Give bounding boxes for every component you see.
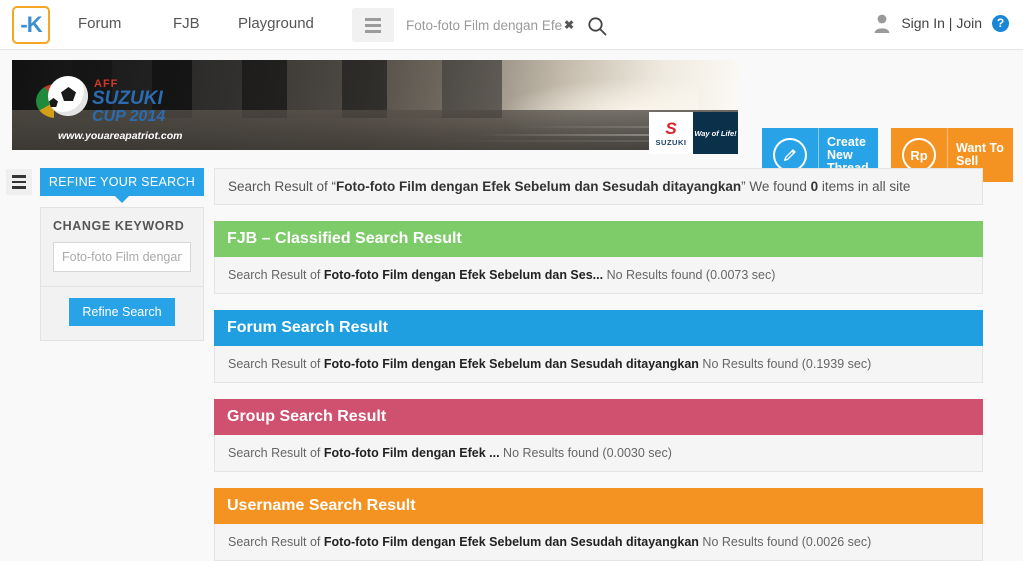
result-line-prefix: Search Result of — [228, 357, 324, 371]
result-line-prefix: Search Result of — [228, 268, 324, 282]
aff-suzuki-cup-logo: AFF SUZUKI CUP 2014 www.youareapatriot.c… — [32, 70, 212, 142]
result-line-suffix: No Results found (0.0073 sec) — [603, 268, 776, 282]
logo-text: -K — [20, 12, 42, 37]
search-results-content: Search Result of “Foto-foto Film dengan … — [214, 168, 983, 561]
nav-link-fjb[interactable]: FJB — [173, 15, 200, 32]
clear-search-icon[interactable]: ✖ — [564, 18, 574, 32]
suzuki-tagline-panel: Way of Life! — [693, 112, 738, 154]
nav-link-forum[interactable]: Forum — [78, 15, 121, 32]
ad-url-text: www.youareapatriot.com — [58, 130, 183, 142]
advertisement-banner[interactable]: AFF SUZUKI CUP 2014 www.youareapatriot.c… — [12, 60, 738, 150]
suzuki-sponsor-logo[interactable]: S SUZUKI Way of Life! — [649, 112, 738, 154]
search-field-box: ✖ — [394, 8, 620, 42]
result-line-suffix: No Results found (0.0026 sec) — [698, 535, 872, 549]
result-line-prefix: Search Result of — [228, 446, 324, 460]
result-section-title: FJB – Classified Search Result — [214, 221, 983, 257]
account-area: Sign In | Join ? — [873, 13, 1009, 33]
nav-link-playground[interactable]: Playground — [238, 15, 314, 32]
search-icon[interactable] — [586, 15, 608, 37]
result-line-suffix: No Results found (0.1939 sec) — [698, 357, 872, 371]
change-keyword-input[interactable] — [53, 242, 191, 272]
refine-search-panel: CHANGE KEYWORD Refine Search — [40, 207, 204, 341]
result-section-body: Search Result of Foto-foto Film dengan E… — [214, 257, 983, 294]
ad-suzuki-text: SUZUKI — [92, 88, 163, 109]
user-avatar-icon — [873, 13, 891, 33]
suzuki-brand-name: SUZUKI — [655, 137, 687, 147]
result-section-title: Forum Search Result — [214, 310, 983, 346]
suzuki-tagline: Way of Life! — [694, 128, 737, 138]
ad-cup-text: CUP 2014 — [92, 108, 166, 125]
result-section-title: Username Search Result — [214, 488, 983, 524]
change-keyword-label: CHANGE KEYWORD — [53, 219, 185, 233]
help-icon[interactable]: ? — [992, 14, 1009, 32]
sign-in-join-link[interactable]: Sign In | Join — [901, 15, 982, 31]
site-logo[interactable]: -K — [12, 6, 50, 44]
suzuki-mark-panel: S SUZUKI — [649, 112, 693, 154]
result-section-body: Search Result of Foto-foto Film dengan E… — [214, 346, 983, 383]
result-line-prefix: Search Result of — [228, 535, 324, 549]
search-summary-bar: Search Result of “Foto-foto Film dengan … — [214, 168, 983, 205]
refine-your-search-header[interactable]: REFINE YOUR SEARCH — [40, 168, 204, 203]
result-line-query: Foto-foto Film dengan Efek Sebelum dan S… — [323, 535, 699, 549]
result-section-body: Search Result of Foto-foto Film dengan E… — [214, 435, 983, 472]
summary-suffix: items in all site — [818, 179, 911, 194]
hamburger-icon[interactable] — [352, 8, 394, 42]
search-input[interactable] — [404, 8, 564, 42]
result-line-query: Foto-foto Film dengan Efek Sebelum dan S… — [323, 268, 604, 282]
result-line-suffix: No Results found (0.0030 sec) — [499, 446, 672, 460]
hamburger-bar — [365, 23, 381, 27]
suzuki-s-icon: S — [665, 118, 677, 138]
result-section-title: Group Search Result — [214, 399, 983, 435]
result-section-fjb: FJB – Classified Search Result Search Re… — [214, 221, 983, 294]
toggle-bar — [12, 186, 26, 189]
hamburger-bar — [365, 29, 381, 33]
summary-prefix: Search Result of “ — [228, 179, 337, 194]
refine-action-section: Refine Search — [41, 287, 203, 340]
top-navigation-bar: -K Forum FJB Playground ✖ — [0, 0, 1023, 50]
banner-row: AFF SUZUKI CUP 2014 www.youareapatriot.c… — [0, 50, 1023, 182]
change-keyword-section: CHANGE KEYWORD — [41, 208, 203, 287]
result-line-query: Foto-foto Film dengan Efek ... — [323, 446, 500, 460]
toggle-bar — [12, 175, 26, 178]
summary-middle: ” We found — [741, 179, 811, 194]
result-section-username: Username Search Result Search Result of … — [214, 488, 983, 561]
result-section-forum: Forum Search Result Search Result of Fot… — [214, 310, 983, 383]
sidebar-toggle-icon[interactable] — [6, 169, 32, 195]
soccer-ball-icon — [48, 76, 88, 116]
cta-line-1: Create — [827, 134, 866, 149]
refine-search-sidebar: REFINE YOUR SEARCH CHANGE KEYWORD Refine… — [40, 168, 204, 341]
result-section-group: Group Search Result Search Result of Fot… — [214, 399, 983, 472]
refine-search-button[interactable]: Refine Search — [69, 298, 175, 326]
hamburger-bar — [365, 17, 381, 21]
page-body: REFINE YOUR SEARCH CHANGE KEYWORD Refine… — [0, 160, 1023, 561]
search-container: ✖ — [352, 8, 620, 42]
result-line-query: Foto-foto Film dengan Efek Sebelum dan S… — [323, 357, 699, 371]
summary-query: Foto-foto Film dengan Efek Sebelum dan S… — [336, 179, 742, 194]
toggle-bar — [12, 180, 26, 184]
